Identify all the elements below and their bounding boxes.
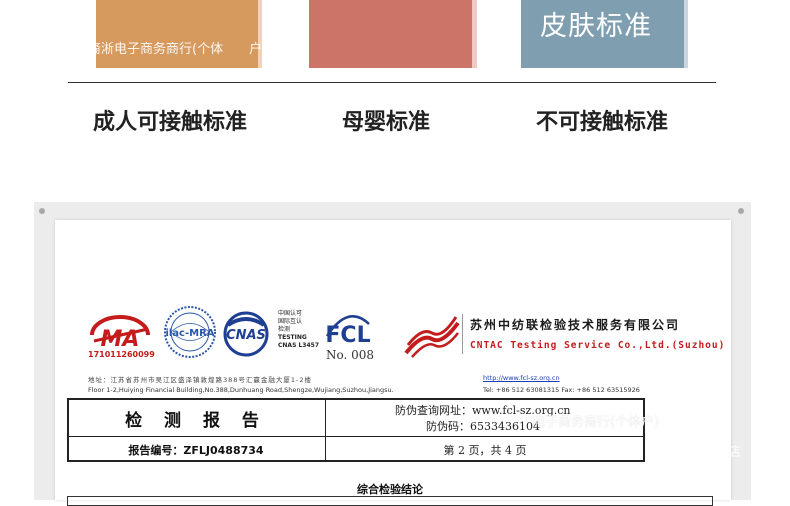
company-divider: [462, 314, 463, 354]
fcl-logo-icon: FCL: [325, 315, 371, 348]
website-link[interactable]: http://www.fcl-sz.org.cn: [483, 374, 560, 382]
cnas-caption-line: 检测: [278, 326, 291, 333]
cnas-caption: 中国认可 国际互认 检测 TESTING CNAS L3457: [278, 310, 322, 350]
category-adult-contact: 成人可接触标准: [93, 110, 248, 135]
conclusion-table: [67, 496, 713, 506]
ilac-mra-logo-icon: ilac-MRA: [164, 306, 216, 358]
frame-pin: [738, 208, 744, 214]
frame-pin: [39, 208, 45, 214]
company-name-en: CNTAC Testing Service Co.,Ltd.(Suzhou): [470, 340, 726, 351]
anti-fake-code: 防伪码：6533436104: [426, 420, 540, 433]
cnas-logo-icon: CNAS: [223, 311, 269, 357]
category-non-contact: 不可接触标准: [536, 110, 669, 135]
divider-line: [68, 82, 716, 83]
ilac-text: ilac-MRA: [165, 328, 214, 339]
watermark-top-text: 裔淅电子商务商行(个体: [88, 42, 224, 57]
watermark-top: 裔淅电子商务商行(个体 户): [88, 38, 267, 57]
cnas-text: CNAS: [226, 328, 266, 343]
watermark-mid: 电子商务商行(个体户): [532, 415, 660, 430]
fcl-text: FCL: [325, 323, 370, 348]
cnas-caption-line: 中国认可: [278, 310, 303, 317]
cnas-caption-line: TESTING: [278, 334, 307, 341]
ma-number: 171011260099: [88, 350, 155, 359]
company-name-cn: 苏州中纺联检验技术服务有限公司: [470, 318, 681, 332]
cntac-logo-icon: [404, 316, 460, 358]
conclusion-heading: 综合检验结论: [357, 483, 423, 496]
table-row-divider: [67, 436, 645, 437]
cnas-caption-line: CNAS L3457: [278, 342, 320, 349]
category-baby: 母婴标准: [342, 110, 431, 135]
watermark-shop: 店: [728, 445, 742, 460]
swatch-orange: [96, 0, 258, 68]
report-number: 报告编号：ZFLJ0488734: [128, 444, 264, 457]
svg-text:MA: MA: [101, 327, 140, 352]
watermark-top-tail: 户): [249, 42, 268, 57]
swatch-label-skin-standard: 皮肤标准: [540, 11, 652, 42]
swatch-red: [309, 0, 472, 68]
cnas-caption-line: 国际互认: [278, 318, 303, 325]
ma-logo-icon: MA: [90, 315, 150, 352]
page-indicator: 第 2 页，共 4 页: [443, 444, 527, 457]
address-cn: 地址：江苏省苏州市吴江区盛泽镇敦煌路388号汇赢金融大厦1-2楼: [88, 376, 313, 384]
contact-phone: Tel: +86 512 63081315 Fax: +86 512 63515…: [483, 386, 640, 394]
fcl-number: No. 008: [326, 348, 375, 362]
address-en: Floor 1-2,Huiying Financial Building,No.…: [88, 386, 394, 394]
report-title: 检 测 报 告: [125, 411, 267, 431]
